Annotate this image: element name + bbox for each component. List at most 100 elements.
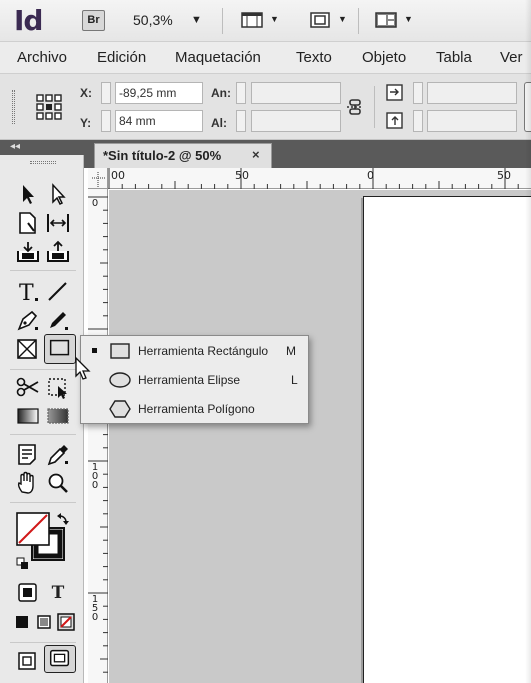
menu-texto[interactable]: Texto	[296, 49, 332, 66]
flyout-item-polygon[interactable]: Herramienta Polígono	[81, 395, 308, 423]
scale-y-stepper[interactable]	[413, 110, 423, 132]
ellipse-icon	[108, 371, 132, 389]
flyout-item-ellipse[interactable]: Herramienta Elipse L	[81, 366, 308, 394]
scale-y-field[interactable]	[427, 110, 517, 132]
polygon-icon	[108, 400, 132, 418]
scale-x-field[interactable]	[427, 82, 517, 104]
x-label: X:	[80, 86, 92, 100]
document-tab-title: *Sin título-2 @ 50%	[103, 148, 222, 163]
svg-text:T: T	[19, 281, 34, 304]
view-options-icon[interactable]	[240, 10, 268, 30]
control-separator	[374, 86, 375, 128]
gap-tool-icon[interactable]	[44, 210, 72, 236]
menu-maquetacion[interactable]: Maquetación	[175, 49, 261, 66]
flyout-item-rectangle[interactable]: Herramienta Rectángulo M	[81, 337, 308, 365]
horizontal-ruler[interactable]: 00 50 0 50	[108, 168, 531, 189]
y-stepper[interactable]	[101, 110, 111, 132]
tools-separator	[10, 642, 76, 643]
control-panel: X: -89,25 mm Y: 84 mm An: Al:	[0, 74, 531, 140]
constrain-proportions-icon[interactable]	[344, 96, 366, 118]
collapse-panel-icon[interactable]: ◂◂	[10, 141, 20, 152]
panel-grip[interactable]	[12, 90, 15, 124]
zoom-tool-icon[interactable]	[44, 470, 72, 496]
rectangle-tool-icon[interactable]	[44, 334, 76, 364]
screen-mode-caret[interactable]: ▼	[338, 14, 347, 24]
flyout-item-label: Herramienta Polígono	[138, 402, 255, 416]
y-field[interactable]: 84 mm	[115, 110, 203, 132]
direct-selection-tool-icon[interactable]	[44, 181, 72, 207]
eyedropper-tool-icon[interactable]	[44, 441, 72, 467]
toolbar-separator	[222, 8, 223, 34]
tools-separator	[10, 270, 76, 271]
height-stepper[interactable]	[236, 110, 246, 132]
x-stepper[interactable]	[101, 82, 111, 104]
height-label: Al:	[211, 116, 227, 130]
tools-separator	[10, 502, 76, 503]
width-stepper[interactable]	[236, 82, 246, 104]
normal-view-mode-icon[interactable]	[14, 648, 42, 674]
window-edge	[525, 0, 531, 683]
pencil-tool-icon[interactable]	[44, 307, 72, 333]
pen-tool-icon[interactable]	[14, 307, 42, 333]
ruler-label: 1 0 0	[91, 462, 99, 491]
free-transform-tool-icon[interactable]	[44, 374, 72, 400]
bridge-button[interactable]: Br	[82, 10, 105, 31]
formatting-affects-container-icon[interactable]	[14, 580, 42, 606]
reference-point-icon[interactable]	[34, 92, 64, 122]
close-tab-icon[interactable]: ×	[252, 147, 260, 162]
formatting-affects-text-icon[interactable]: T	[44, 580, 72, 606]
document-page[interactable]	[363, 196, 531, 683]
document-tab[interactable]: *Sin título-2 @ 50% ×	[94, 143, 272, 168]
tools-separator	[10, 369, 76, 370]
rectangle-icon	[108, 342, 132, 360]
menu-edicion[interactable]: Edición	[97, 49, 146, 66]
tools-separator	[10, 434, 76, 435]
scale-x-icon	[385, 82, 405, 104]
selection-tool-icon[interactable]	[14, 181, 42, 207]
indesign-logo: Id	[14, 4, 43, 37]
ruler-label: 50	[235, 169, 249, 182]
fill-stroke-swatch[interactable]	[14, 510, 76, 572]
menu-archivo[interactable]: Archivo	[17, 49, 67, 66]
line-tool-icon[interactable]	[44, 278, 72, 304]
ruler-label: 0	[91, 198, 99, 209]
x-field[interactable]: -89,25 mm	[115, 82, 203, 104]
note-tool-icon[interactable]	[14, 441, 42, 467]
ruler-label: 1 5 0	[91, 594, 99, 623]
selected-bullet-icon	[92, 348, 97, 353]
hand-tool-icon[interactable]	[14, 470, 42, 496]
height-field[interactable]	[251, 110, 341, 132]
menu-objeto[interactable]: Objeto	[362, 49, 406, 66]
rectangle-frame-tool-icon[interactable]	[14, 336, 42, 362]
arrange-documents-icon[interactable]	[374, 10, 402, 30]
flyout-shortcut: M	[286, 344, 296, 358]
content-placer-tool-icon[interactable]	[44, 239, 72, 265]
tools-grip[interactable]	[30, 161, 56, 164]
width-field[interactable]	[251, 82, 341, 104]
scale-x-stepper[interactable]	[413, 82, 423, 104]
application-bar: Id Br 50,3% ▼ ▼ ▼ ▼	[0, 0, 531, 42]
flyout-shortcut: L	[291, 373, 298, 387]
gradient-swatch-tool-icon[interactable]	[14, 403, 42, 429]
gradient-feather-tool-icon[interactable]	[44, 403, 72, 429]
screen-mode-icon[interactable]	[308, 10, 336, 30]
arrange-documents-caret[interactable]: ▼	[404, 14, 413, 24]
zoom-level[interactable]: 50,3%	[133, 12, 173, 28]
page-tool-icon[interactable]	[14, 210, 42, 236]
view-options-caret[interactable]: ▼	[270, 14, 279, 24]
preview-mode-icon[interactable]	[44, 645, 76, 673]
vertical-ruler[interactable]: 0 1 0 0 1 5 0	[88, 189, 108, 683]
scissors-tool-icon[interactable]	[14, 374, 42, 400]
menu-ver[interactable]: Ver	[500, 49, 523, 66]
scale-y-icon	[385, 110, 405, 132]
mouse-pointer-icon	[74, 356, 92, 382]
content-collector-tool-icon[interactable]	[14, 239, 42, 265]
menu-tabla[interactable]: Tabla	[436, 49, 472, 66]
zoom-dropdown-caret[interactable]: ▼	[191, 14, 202, 26]
width-label: An:	[211, 86, 231, 100]
ruler-origin[interactable]	[88, 168, 108, 189]
type-tool-icon[interactable]: T	[14, 278, 42, 306]
ruler-label: 0	[367, 169, 374, 182]
toolbar-separator	[358, 8, 359, 34]
ruler-label: 00	[111, 169, 125, 182]
